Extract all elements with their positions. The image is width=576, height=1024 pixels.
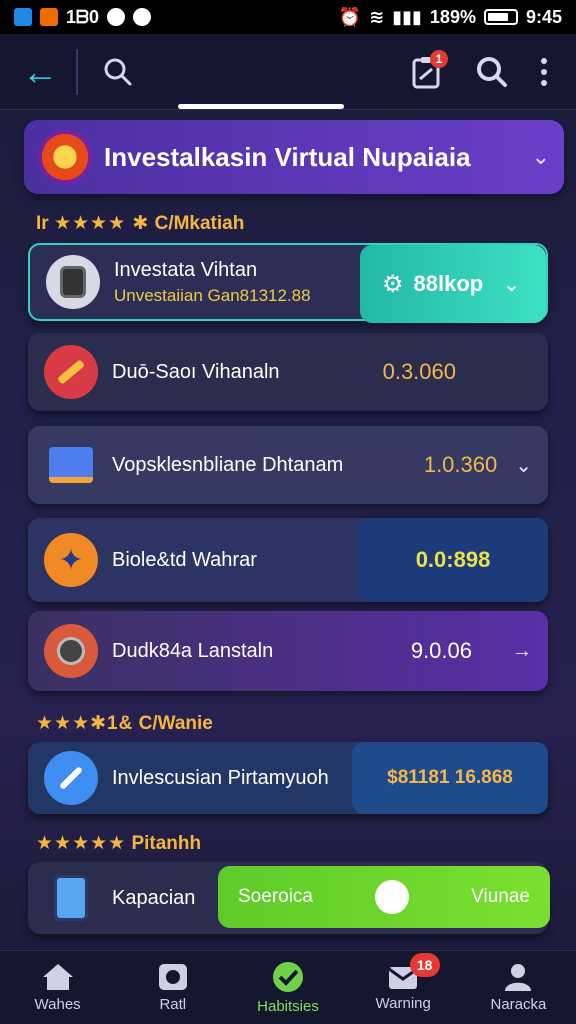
home-icon (42, 964, 73, 990)
settings-notification-icon (107, 8, 126, 26)
alarm-icon: ⏰ (338, 6, 362, 27)
clipboard-badge: 1 (430, 49, 448, 68)
row-title: Vopsklesnbliane Dhtanam (112, 453, 344, 476)
row-title: Kapacian (112, 886, 196, 909)
row-value: 1.0.360 (423, 452, 498, 477)
arrow-right-icon[interactable]: → (512, 640, 532, 663)
nav-item-warning[interactable]: 18 Warning (346, 951, 461, 1024)
list-item[interactable]: Kapacian Soeroica Viunae (28, 862, 550, 934)
row-value: 0.3.060 (382, 359, 456, 384)
section-label-first: I⁠r ★★★★ ✱ C/Mkatiah (36, 212, 244, 235)
app-bar-divider (76, 48, 78, 95)
nav-label: Habitsies (257, 998, 319, 1015)
value-pill[interactable]: ⚙ 88lkop ⌄ (360, 245, 546, 323)
row-value: 0.0:898 (358, 518, 548, 602)
wifi-icon: ≋ (369, 6, 385, 27)
list-item[interactable]: Duō-Saoı Vihanaln 0.3.060 (28, 333, 548, 411)
rating-stars: ★★★★ ✱ (53, 213, 150, 234)
more-vert-icon[interactable] (534, 52, 554, 92)
row-title: Duō-Saoı Vihanaln (112, 360, 280, 383)
check-circle-icon (273, 962, 303, 992)
chart-icon (158, 964, 187, 990)
section-label-third: ★★★★★ Pitanhh (36, 832, 201, 855)
nav-label: Ratl (159, 996, 187, 1013)
page-title: Investalkasin Virtual Nupaiaia (104, 141, 471, 172)
status-left-text: 1ᗷ0 (66, 6, 100, 27)
section-title: Pitanhh (131, 833, 202, 854)
nav-label: Wahes (34, 996, 81, 1013)
row-value: 88lkop (413, 271, 484, 296)
section-label-second: ★★★✱1& C/Wanie (36, 712, 213, 735)
gear-icon: ⚙ (382, 270, 404, 298)
status-time: 9:45 (525, 6, 562, 27)
signal-icon: ▮▮▮ (392, 6, 422, 27)
row-value: $81181 16.868 (352, 742, 548, 814)
row-title: Biole&td Wahrar (112, 548, 257, 571)
row-title: Investata Vihtan (114, 258, 258, 281)
header-card[interactable]: Investalkasin Virtual Nupaiaia ⌄ (24, 120, 564, 194)
wand-icon (44, 751, 98, 805)
list-item[interactable]: ✦ Biole&td Wahrar 0.0:898 (28, 518, 548, 602)
bottom-nav: Wahes Ratl Habitsies 18 Warning Naracka (0, 950, 576, 1024)
nav-badge: 18 (409, 953, 440, 977)
status-bar: 1ᗷ0 ⏰ ≋ ▮▮▮ 189% 9:45 (0, 0, 576, 34)
nav-item-home[interactable]: Wahes (0, 951, 115, 1024)
list-item[interactable]: Vopsklesnbliane Dhtanam 1.0.360 ⌄ (28, 426, 548, 504)
nav-label: Naracka (490, 996, 547, 1013)
nav-item-profile[interactable]: Naracka (461, 951, 576, 1024)
tab-indicator (178, 104, 344, 109)
search-icon (477, 56, 507, 87)
rating-stars: ★★★✱1& (36, 713, 134, 734)
battery-percent: 189% (429, 6, 476, 27)
nav-item-habits[interactable]: Habitsies (230, 951, 345, 1024)
check-notification-icon (133, 8, 152, 26)
section-prefix: I⁠r (36, 213, 49, 234)
pencil-badge-icon (44, 345, 98, 399)
document-icon (44, 438, 98, 492)
list-item[interactable]: Investata Vihtan Unvestaiian Gan81312.88… (28, 243, 548, 323)
arrow-left-icon[interactable]: ← (22, 53, 62, 90)
row-title: Dudk84a Lanstaln (112, 639, 274, 662)
row-value: 9.0.06 (410, 638, 472, 663)
row-text: Investata Vihtan Unvestaiian Gan81312.88 (114, 259, 311, 306)
shop-notification-icon (40, 8, 58, 26)
nav-item-stats[interactable]: Ratl (115, 951, 230, 1024)
app-logo-icon (38, 130, 92, 184)
chevron-down-icon: ⌄ (503, 273, 520, 296)
search-button[interactable] (98, 52, 138, 92)
battery-icon (483, 9, 518, 25)
chevron-down-icon[interactable]: ⌄ (515, 453, 532, 478)
list-item[interactable]: Dudk84a Lanstaln 9.0.06 → (28, 611, 548, 691)
star-badge-icon: ✦ (44, 533, 98, 587)
rating-stars: ★★★★★ (36, 833, 127, 854)
search-button-right[interactable] (472, 52, 512, 92)
nav-label: Warning (375, 995, 431, 1012)
search-icon (104, 58, 132, 85)
smartwatch-icon (46, 255, 100, 309)
action-pill[interactable]: Soeroica Viunae (218, 866, 550, 928)
pill-right-label: Viunae (471, 886, 530, 907)
app-bar: ← 1 (0, 34, 576, 110)
app-notification-icon (14, 8, 32, 26)
clipboard-button[interactable]: 1 (406, 49, 448, 92)
row-subtitle: Unvestaiian Gan81312.88 (114, 285, 311, 305)
pill-left-label: Soeroica (238, 886, 313, 907)
chevron-down-icon[interactable]: ⌄ (532, 144, 550, 170)
person-icon (505, 964, 532, 991)
row-title: Invlescusian Pirtamyuoh (112, 766, 329, 789)
phone-apps-icon (44, 871, 98, 925)
section-title: C/Wanie (138, 713, 213, 734)
watch-icon (44, 624, 98, 678)
list-item[interactable]: Invlescusian Pirtamyuoh $81181 16.868 (28, 742, 548, 814)
map-pin-icon (375, 880, 410, 914)
section-title: C/Mkatiah (154, 213, 245, 234)
